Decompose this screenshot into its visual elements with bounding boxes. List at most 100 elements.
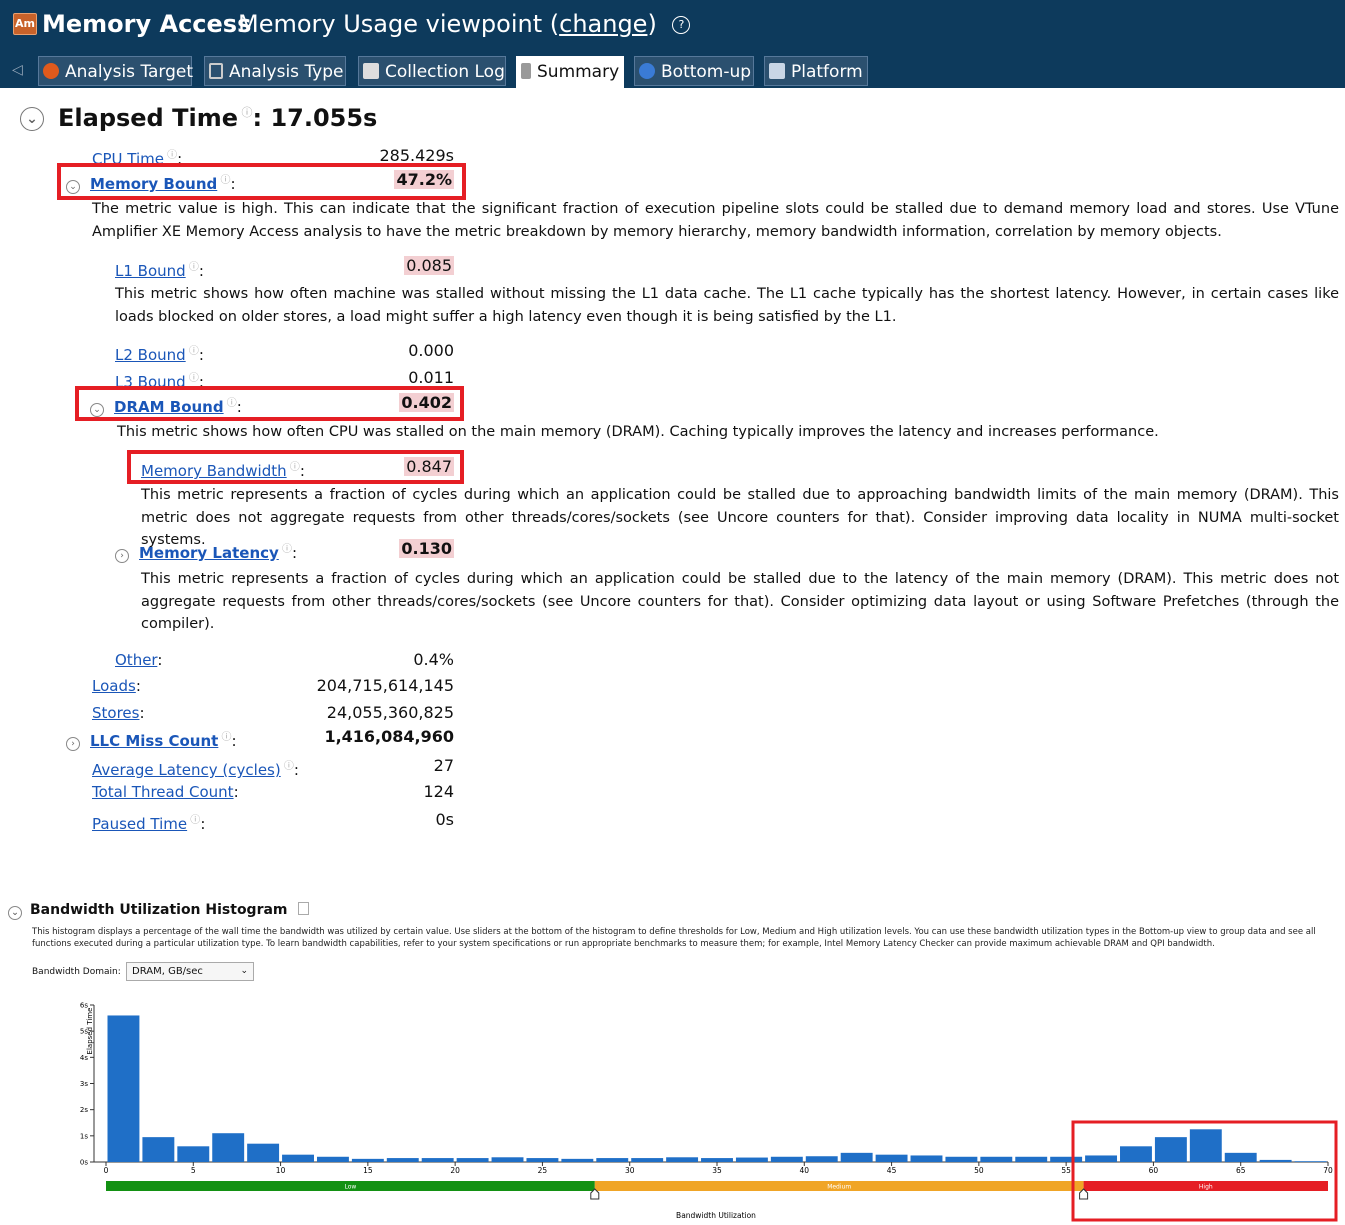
memory-latency-value: 0.130 xyxy=(399,539,454,558)
expand-icon[interactable]: › xyxy=(66,737,80,751)
highlight-box xyxy=(57,163,466,200)
l1-bound-description: This metric shows how often machine was … xyxy=(115,286,1339,325)
x-tick-label: 50 xyxy=(974,1166,984,1175)
collapse-icon[interactable]: ⌄ xyxy=(8,906,22,920)
histogram-bar xyxy=(596,1158,629,1162)
target-icon xyxy=(43,63,59,79)
bottom-up-icon xyxy=(639,63,655,79)
histogram-bar xyxy=(666,1157,699,1162)
l2-bound-link[interactable]: L2 Bound xyxy=(115,346,186,364)
copy-icon[interactable] xyxy=(298,902,310,915)
collapse-icon[interactable]: ⌄ xyxy=(20,107,44,131)
x-tick-label: 45 xyxy=(887,1166,897,1175)
threshold-label: Medium xyxy=(827,1184,851,1191)
l2-bound-value: 0.000 xyxy=(408,341,454,360)
help-icon[interactable]: ⓘ xyxy=(186,346,199,357)
total-thread-count-link[interactable]: Total Thread Count xyxy=(92,783,234,801)
histogram-bar xyxy=(980,1156,1013,1162)
highlight-box xyxy=(127,450,464,484)
help-icon[interactable]: ⓘ xyxy=(218,732,232,743)
tab-summary[interactable]: Summary xyxy=(516,56,624,88)
change-viewpoint-link[interactable]: change xyxy=(559,10,647,38)
metric-llc-miss-count: › LLC Miss Count ⓘ: xyxy=(66,728,237,751)
help-icon[interactable]: ? xyxy=(672,16,691,34)
x-axis-label: Bandwidth Utilization xyxy=(676,1211,756,1220)
tab-bottom-up[interactable]: Bottom-up xyxy=(634,56,754,86)
stores-link[interactable]: Stores xyxy=(92,704,139,722)
x-tick-label: 15 xyxy=(363,1166,373,1175)
histogram-bar xyxy=(735,1157,768,1162)
tab-collection-log[interactable]: Collection Log xyxy=(358,56,506,86)
histogram-bar xyxy=(351,1158,384,1162)
y-axis-label: Elapsed Time xyxy=(86,1008,94,1055)
scroll-left-icon[interactable]: ◁ xyxy=(12,62,23,78)
histogram-bar xyxy=(1259,1159,1292,1162)
paused-time-link[interactable]: Paused Time xyxy=(92,815,187,833)
x-tick-label: 60 xyxy=(1149,1166,1159,1175)
histogram-bars xyxy=(107,1015,1327,1162)
help-icon[interactable]: ⓘ xyxy=(186,262,199,273)
loads-value: 204,715,614,145 xyxy=(316,676,454,695)
histogram-bar xyxy=(526,1158,559,1162)
title-bar: Am Memory Access Memory Usage viewpoint … xyxy=(0,0,1345,88)
help-icon[interactable]: ⓘ xyxy=(238,106,252,119)
elapsed-time-heading: ⌄ Elapsed Time ⓘ: 17.055s xyxy=(20,104,377,132)
x-tick-label: 5 xyxy=(191,1166,196,1175)
llc-miss-count-link[interactable]: LLC Miss Count xyxy=(90,732,218,750)
tab-platform[interactable]: Platform xyxy=(764,56,868,86)
other-link[interactable]: Other xyxy=(115,651,157,669)
y-tick-label: 0s xyxy=(80,1159,88,1167)
histogram-bar xyxy=(316,1156,349,1162)
average-latency-link[interactable]: Average Latency (cycles) xyxy=(92,761,281,779)
stores-value: 24,055,360,825 xyxy=(326,703,454,722)
tab-bar: ◁ Analysis Target Analysis Type Collecti… xyxy=(0,56,1345,88)
platform-icon xyxy=(769,63,785,79)
y-tick-label: 3s xyxy=(80,1080,88,1088)
bandwidth-domain-label: Bandwidth Domain: xyxy=(32,967,121,977)
x-tick-label: 10 xyxy=(276,1166,286,1175)
histogram-bar xyxy=(701,1158,733,1162)
threshold-bands: Low Medium High xyxy=(106,1181,1328,1191)
histogram-description: This histogram displays a percentage of … xyxy=(32,927,1316,949)
threshold-label: High xyxy=(1199,1184,1213,1191)
metric-total-thread-count: Total Thread Count: xyxy=(92,783,239,801)
metric-paused-time: Paused Time ⓘ: xyxy=(92,815,206,833)
histogram-bar xyxy=(910,1155,943,1162)
bandwidth-histogram-chart: 0s1s2s3s4s5s6s 0 5 10 15 20 25 30 35 40 45 50 55 60 6… xyxy=(80,1002,1338,1222)
histogram-bar xyxy=(1154,1137,1187,1162)
x-tick-label: 70 xyxy=(1323,1166,1333,1175)
other-value: 0.4% xyxy=(413,650,454,669)
tab-analysis-type[interactable]: Analysis Type xyxy=(204,56,346,86)
bandwidth-domain-select[interactable]: DRAM, GB/sec ⌄ xyxy=(126,962,254,981)
histogram-bar xyxy=(282,1154,314,1162)
x-tick-label: 30 xyxy=(625,1166,635,1175)
elapsed-time-value: : 17.055s xyxy=(252,104,378,132)
help-icon[interactable]: ⓘ xyxy=(164,150,177,161)
tab-analysis-target[interactable]: Analysis Target xyxy=(38,56,193,86)
histogram-heading: ⌄ Bandwidth Utilization Histogram xyxy=(8,902,310,920)
threshold-label: Low xyxy=(344,1184,356,1191)
metric-l1-bound: L1 Bound ⓘ: xyxy=(115,262,204,280)
loads-link[interactable]: Loads xyxy=(92,677,136,695)
analysis-title: Memory Access xyxy=(42,10,252,38)
l1-bound-link[interactable]: L1 Bound xyxy=(115,262,186,280)
metric-stores: Stores: xyxy=(92,704,145,722)
help-icon[interactable]: ⓘ xyxy=(187,815,200,826)
help-icon[interactable]: ⓘ xyxy=(186,373,199,384)
histogram-bar xyxy=(875,1154,908,1162)
histogram-bar xyxy=(840,1152,873,1162)
histogram-bar xyxy=(107,1015,140,1162)
histogram-bar xyxy=(212,1133,245,1162)
histogram-bar xyxy=(1085,1155,1118,1162)
x-tick-label: 65 xyxy=(1236,1166,1246,1175)
histogram-bar xyxy=(805,1156,838,1162)
metric-l2-bound: L2 Bound ⓘ: xyxy=(115,346,204,364)
x-tick-label: 0 xyxy=(104,1166,109,1175)
x-tick-label: 35 xyxy=(712,1166,722,1175)
x-tick-label: 40 xyxy=(800,1166,810,1175)
viewpoint-name: Memory Usage viewpoint xyxy=(238,10,543,38)
paused-time-value: 0s xyxy=(435,810,454,829)
expand-icon[interactable]: › xyxy=(115,549,129,563)
app-logo-icon: Am xyxy=(13,13,37,35)
llc-miss-count-value: 1,416,084,960 xyxy=(324,727,454,746)
